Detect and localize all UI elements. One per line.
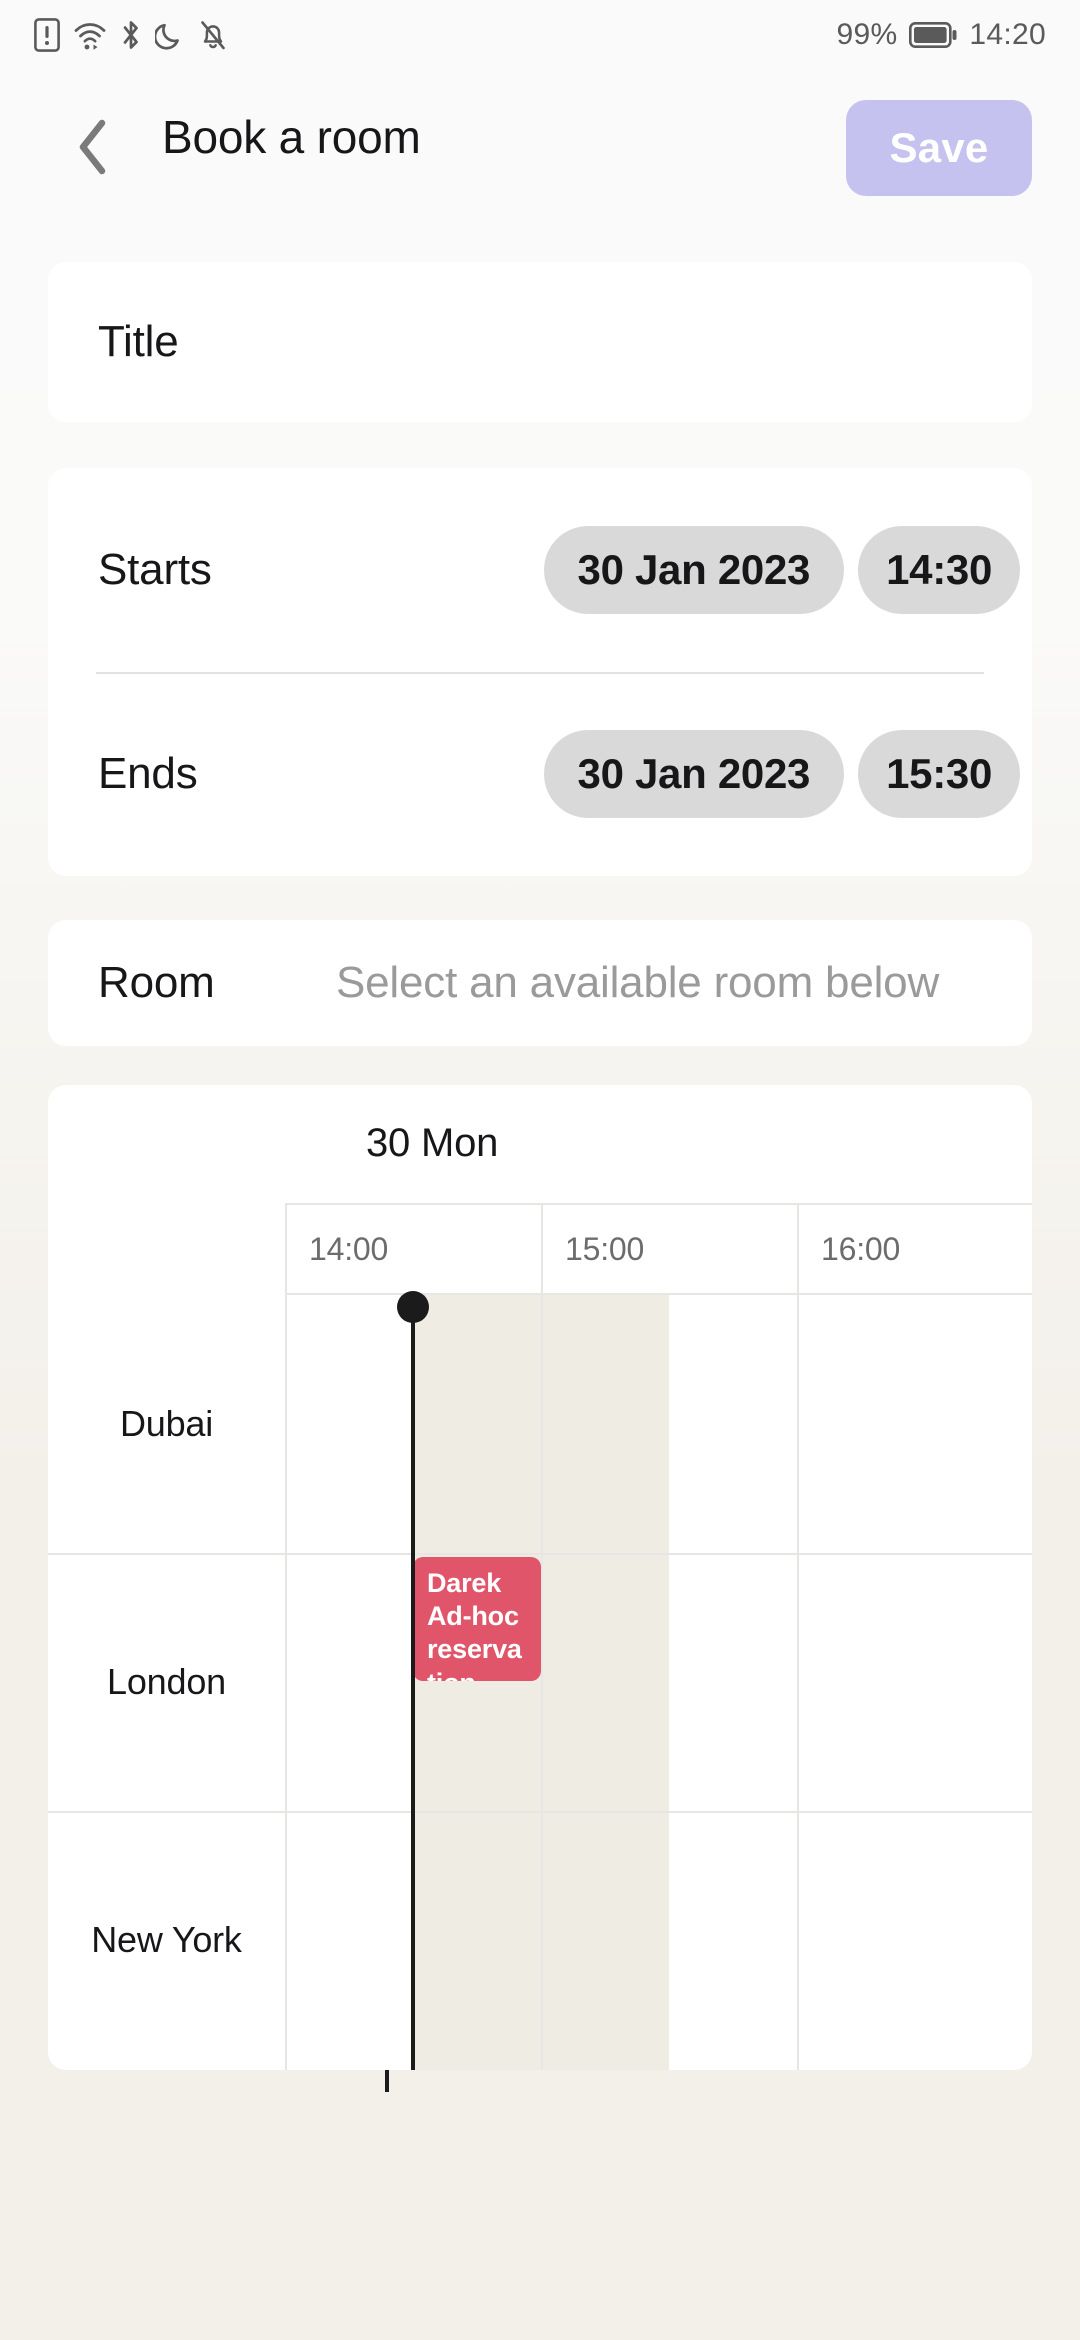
chevron-left-icon [79,119,106,175]
page-title: Book a room [162,111,421,163]
calendar-column-divider [797,1295,799,2070]
save-button-label: Save [889,124,989,171]
calendar-column-divider [285,1295,287,2070]
calendar-event-block[interactable]: Darek Ad-hoc reservation [413,1557,541,1681]
title-input[interactable] [98,262,978,422]
calendar-hour-label: 14:00 [309,1230,389,1267]
status-bar-left-icons [34,18,228,52]
ends-chips: 30 Jan 2023 15:30 [543,730,1020,818]
calendar-hour-header: 15:00 [541,1203,797,1295]
phone-screen: 99% 14:20 Book a room Save Starts [0,0,1080,2340]
starts-label: Starts [98,545,212,594]
room-card: Room Select an available room below [48,920,1032,1046]
status-bar: 99% 14:20 [0,0,1080,70]
room-label: Room [98,958,215,1007]
starts-time-chip[interactable]: 14:30 [858,526,1020,614]
calendar-column-divider [541,1295,543,2070]
calendar-room-label[interactable]: London [48,1553,285,1811]
room-availability-calendar: 30 Mon 14:00 15:00 16:00 Dubai London New Yor… [48,1085,1032,2070]
title-card [48,262,1032,422]
status-bar-clock: 14:20 [969,18,1046,51]
calendar-hour-label: 16:00 [821,1230,901,1267]
current-time-line [411,1295,415,2070]
do-not-disturb-moon-icon [155,23,179,50]
calendar-hour-header: 16:00 [797,1203,1032,1295]
room-select-placeholder[interactable]: Select an available room below [336,958,939,1008]
calendar-hour-header: 14:00 [285,1203,541,1295]
calendar-room-label[interactable]: Dubai [48,1295,285,1553]
ends-label: Ends [98,749,198,798]
wifi-icon [74,23,106,50]
back-button[interactable] [62,116,124,178]
status-bar-right: 99% 14:20 [836,18,1046,52]
save-button[interactable]: Save [846,100,1032,196]
calendar-event-label: Darek Ad-hoc reservation [427,1568,522,1681]
app-header: Book a room Save [0,88,1080,208]
bluetooth-icon [123,21,138,49]
datetime-card: Starts 30 Jan 2023 14:30 Ends 30 Jan 202… [48,468,1032,876]
battery-percent-label: 99% [836,18,898,51]
ends-date-chip[interactable]: 30 Jan 2023 [543,730,845,818]
current-time-line-tail [385,2070,389,2092]
calendar-grid: 14:00 15:00 16:00 Dubai London New York Darek … [48,1085,1032,2070]
calendar-room-label[interactable]: New York [48,1811,285,2069]
bell-muted-icon [201,21,225,50]
ends-row: Ends 30 Jan 2023 15:30 [48,672,1032,876]
starts-row: Starts 30 Jan 2023 14:30 [48,468,1032,672]
current-time-dot [397,1291,429,1323]
starts-chips: 30 Jan 2023 14:30 [543,526,1020,614]
sim-alert-icon [34,18,60,52]
starts-date-chip[interactable]: 30 Jan 2023 [543,526,845,614]
calendar-hour-label: 15:00 [565,1230,645,1267]
battery-full-icon [909,22,957,48]
ends-time-chip[interactable]: 15:30 [858,730,1020,818]
